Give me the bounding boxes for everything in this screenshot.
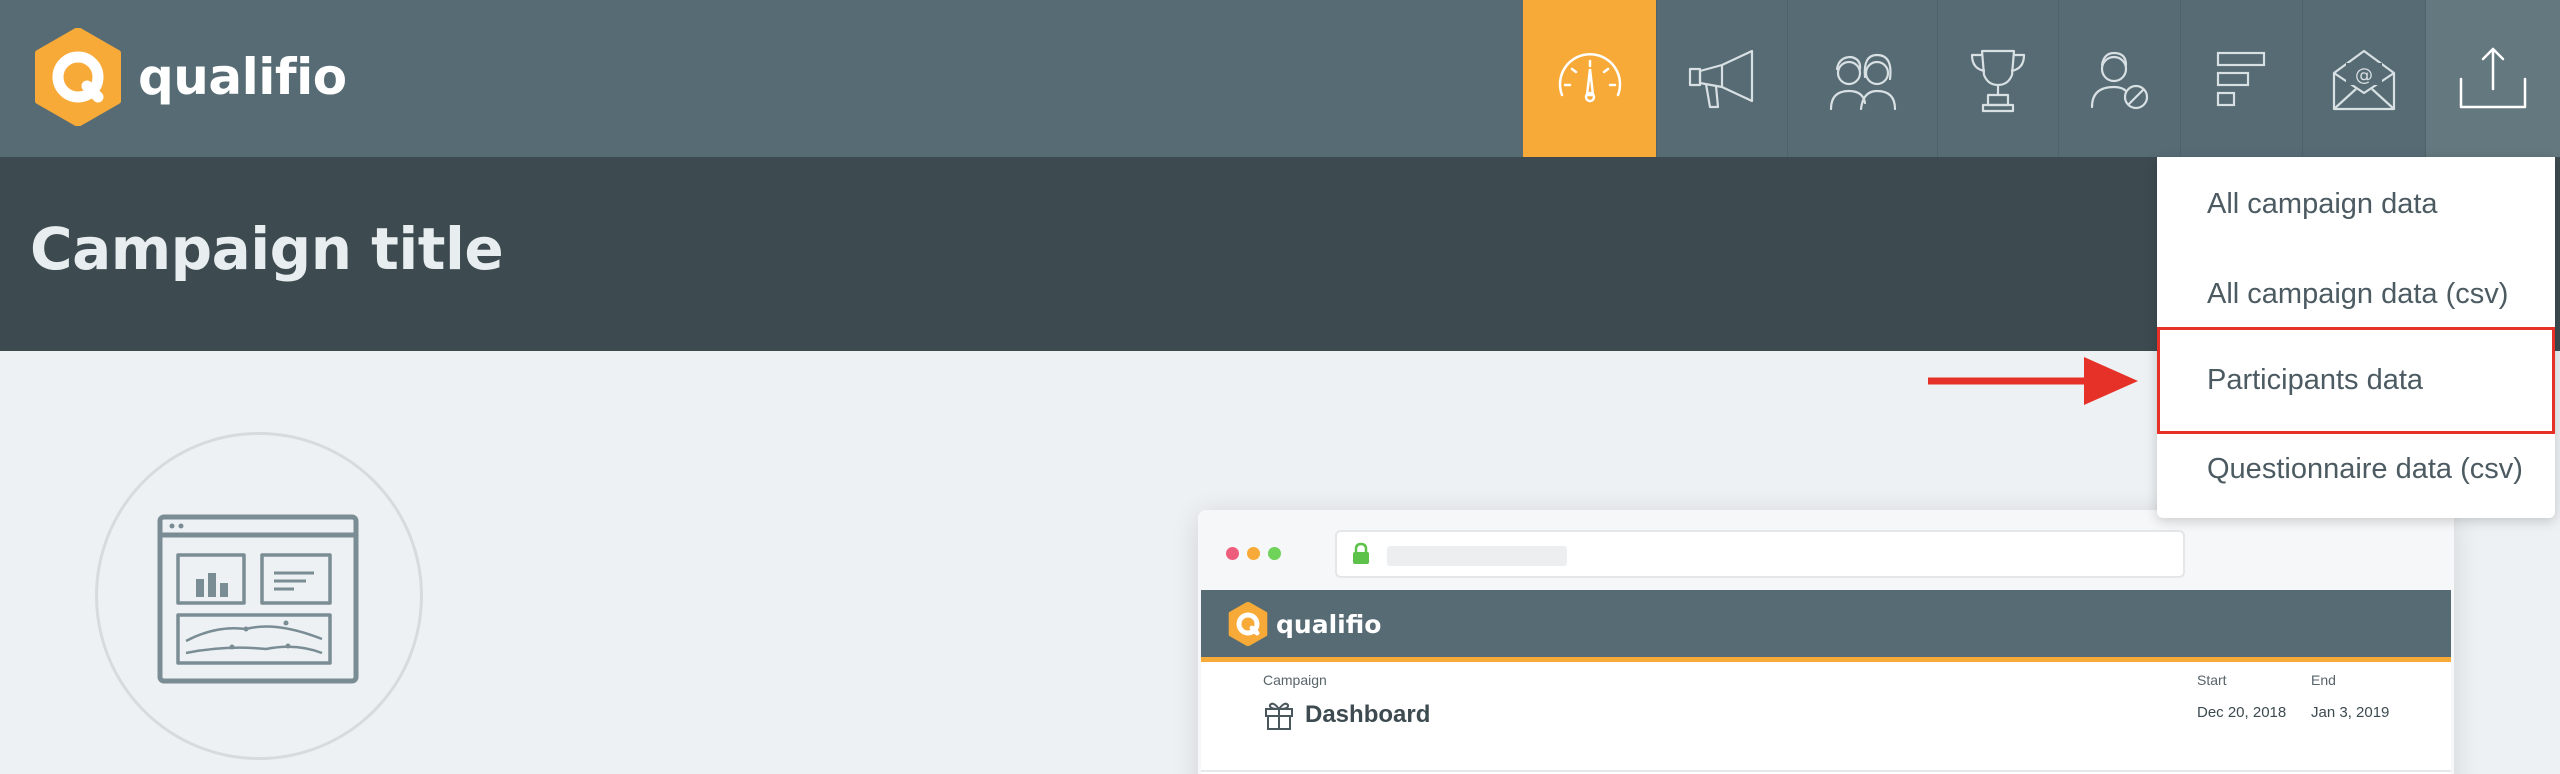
mock-dashboard-heading: Dashboard bbox=[1263, 699, 1430, 731]
top-navigation-bar: qualifio @ bbox=[0, 0, 2560, 157]
dashboard-illustration bbox=[95, 432, 423, 760]
nav-participants[interactable] bbox=[1787, 0, 1937, 157]
user-blocked-icon bbox=[2090, 51, 2148, 109]
mock-qualifio-logo: qualifio bbox=[1228, 602, 1381, 646]
browser-mockup: qualifio Campaign Dashboard Start Dec 20… bbox=[1198, 510, 2454, 774]
mock-url-placeholder bbox=[1387, 546, 1567, 566]
users-icon bbox=[1829, 53, 1896, 110]
qualifio-logo[interactable]: qualifio bbox=[34, 27, 347, 127]
campaign-label: Campaign bbox=[1263, 672, 1327, 688]
mock-brand-name: qualifio bbox=[1276, 609, 1382, 639]
start-date: Dec 20, 2018 bbox=[2197, 704, 2287, 721]
start-label: Start bbox=[2197, 672, 2227, 688]
menu-item-all-campaign-data-csv[interactable]: All campaign data (csv) bbox=[2157, 249, 2555, 339]
end-label: End bbox=[2311, 672, 2336, 688]
divider bbox=[1201, 770, 2451, 772]
page-title: Campaign title bbox=[30, 215, 504, 283]
dashboard-window-icon bbox=[157, 514, 359, 684]
nav-steps[interactable] bbox=[2180, 0, 2302, 157]
svg-text:@: @ bbox=[2355, 65, 2373, 86]
menu-item-questionnaire-data-csv[interactable]: Questionnaire data (csv) bbox=[2157, 424, 2555, 514]
email-envelope-icon: @ bbox=[2332, 49, 2396, 110]
gift-icon bbox=[1265, 702, 1293, 730]
export-dropdown-menu: All campaign data All campaign data (csv… bbox=[2157, 157, 2555, 518]
maximize-dot bbox=[1268, 547, 1281, 560]
annotation-arrow bbox=[1928, 357, 2138, 405]
mock-app-header: qualifio bbox=[1201, 590, 2451, 662]
nav-export[interactable] bbox=[2425, 0, 2560, 157]
nav-promotion[interactable] bbox=[1656, 0, 1787, 157]
nav-winners[interactable] bbox=[1937, 0, 2058, 157]
megaphone-icon bbox=[1688, 49, 1754, 108]
end-date: Jan 3, 2019 bbox=[2311, 704, 2390, 721]
nav-dashboard[interactable] bbox=[1523, 0, 1656, 157]
mock-campaign-panel: Campaign Dashboard Start Dec 20, 2018 En… bbox=[1201, 662, 2451, 774]
dashboard-title: Dashboard bbox=[1305, 701, 1431, 728]
steps-icon bbox=[2216, 51, 2265, 106]
window-controls bbox=[1226, 547, 1281, 560]
dashboard-gauge-icon bbox=[1558, 52, 1621, 102]
qualifio-logo-icon bbox=[1228, 602, 1268, 646]
lock-icon bbox=[1353, 542, 1369, 564]
menu-item-participants-data[interactable]: Participants data bbox=[2157, 327, 2555, 434]
trophy-icon bbox=[1970, 49, 2026, 112]
nav-emailing[interactable]: @ bbox=[2302, 0, 2425, 157]
brand-name: qualifio bbox=[138, 48, 347, 106]
nav-blacklist[interactable] bbox=[2058, 0, 2180, 157]
mock-address-bar bbox=[1335, 530, 2185, 578]
qualifio-logo-icon bbox=[35, 28, 121, 126]
export-upload-icon bbox=[2459, 47, 2527, 108]
main-nav: @ bbox=[1523, 0, 2560, 157]
minimize-dot bbox=[1247, 547, 1260, 560]
close-dot bbox=[1226, 547, 1239, 560]
menu-item-all-campaign-data[interactable]: All campaign data bbox=[2157, 159, 2555, 249]
